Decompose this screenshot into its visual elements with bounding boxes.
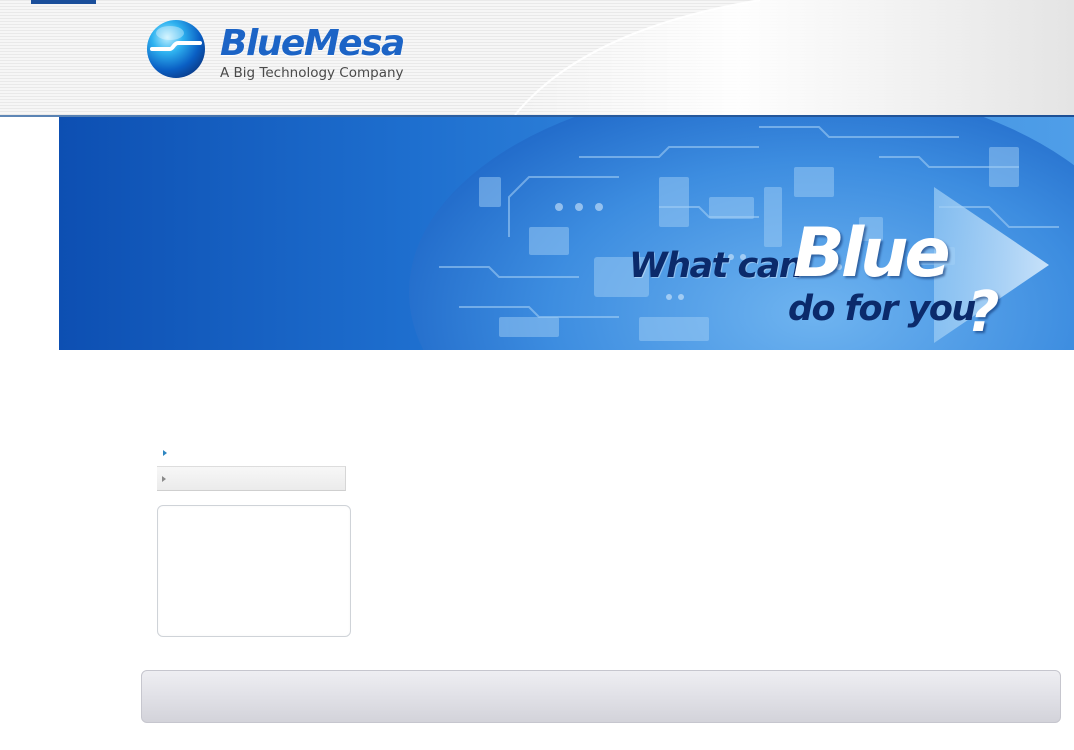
slogan-line-2: do for you: [788, 289, 976, 329]
sidebar-nav-item-highlighted[interactable]: [157, 466, 346, 491]
arrow-bullet-icon: [163, 450, 167, 456]
slogan-question-mark: ?: [967, 280, 1000, 345]
sidebar-nav-item[interactable]: [158, 444, 346, 464]
slogan-highlight: Blue: [793, 214, 951, 293]
globe-logo-icon: [147, 20, 205, 78]
company-tagline: A Big Technology Company: [220, 65, 404, 81]
slogan-line-1: What can: [629, 246, 804, 286]
arrow-bullet-icon: [162, 476, 166, 482]
corner-tab: [31, 0, 96, 4]
hero-banner: What can Blue do for you ?: [59, 117, 1074, 350]
footer-bar: [141, 670, 1061, 723]
company-name: BlueMesa: [220, 23, 405, 64]
sidebar-content-box: [157, 505, 351, 637]
